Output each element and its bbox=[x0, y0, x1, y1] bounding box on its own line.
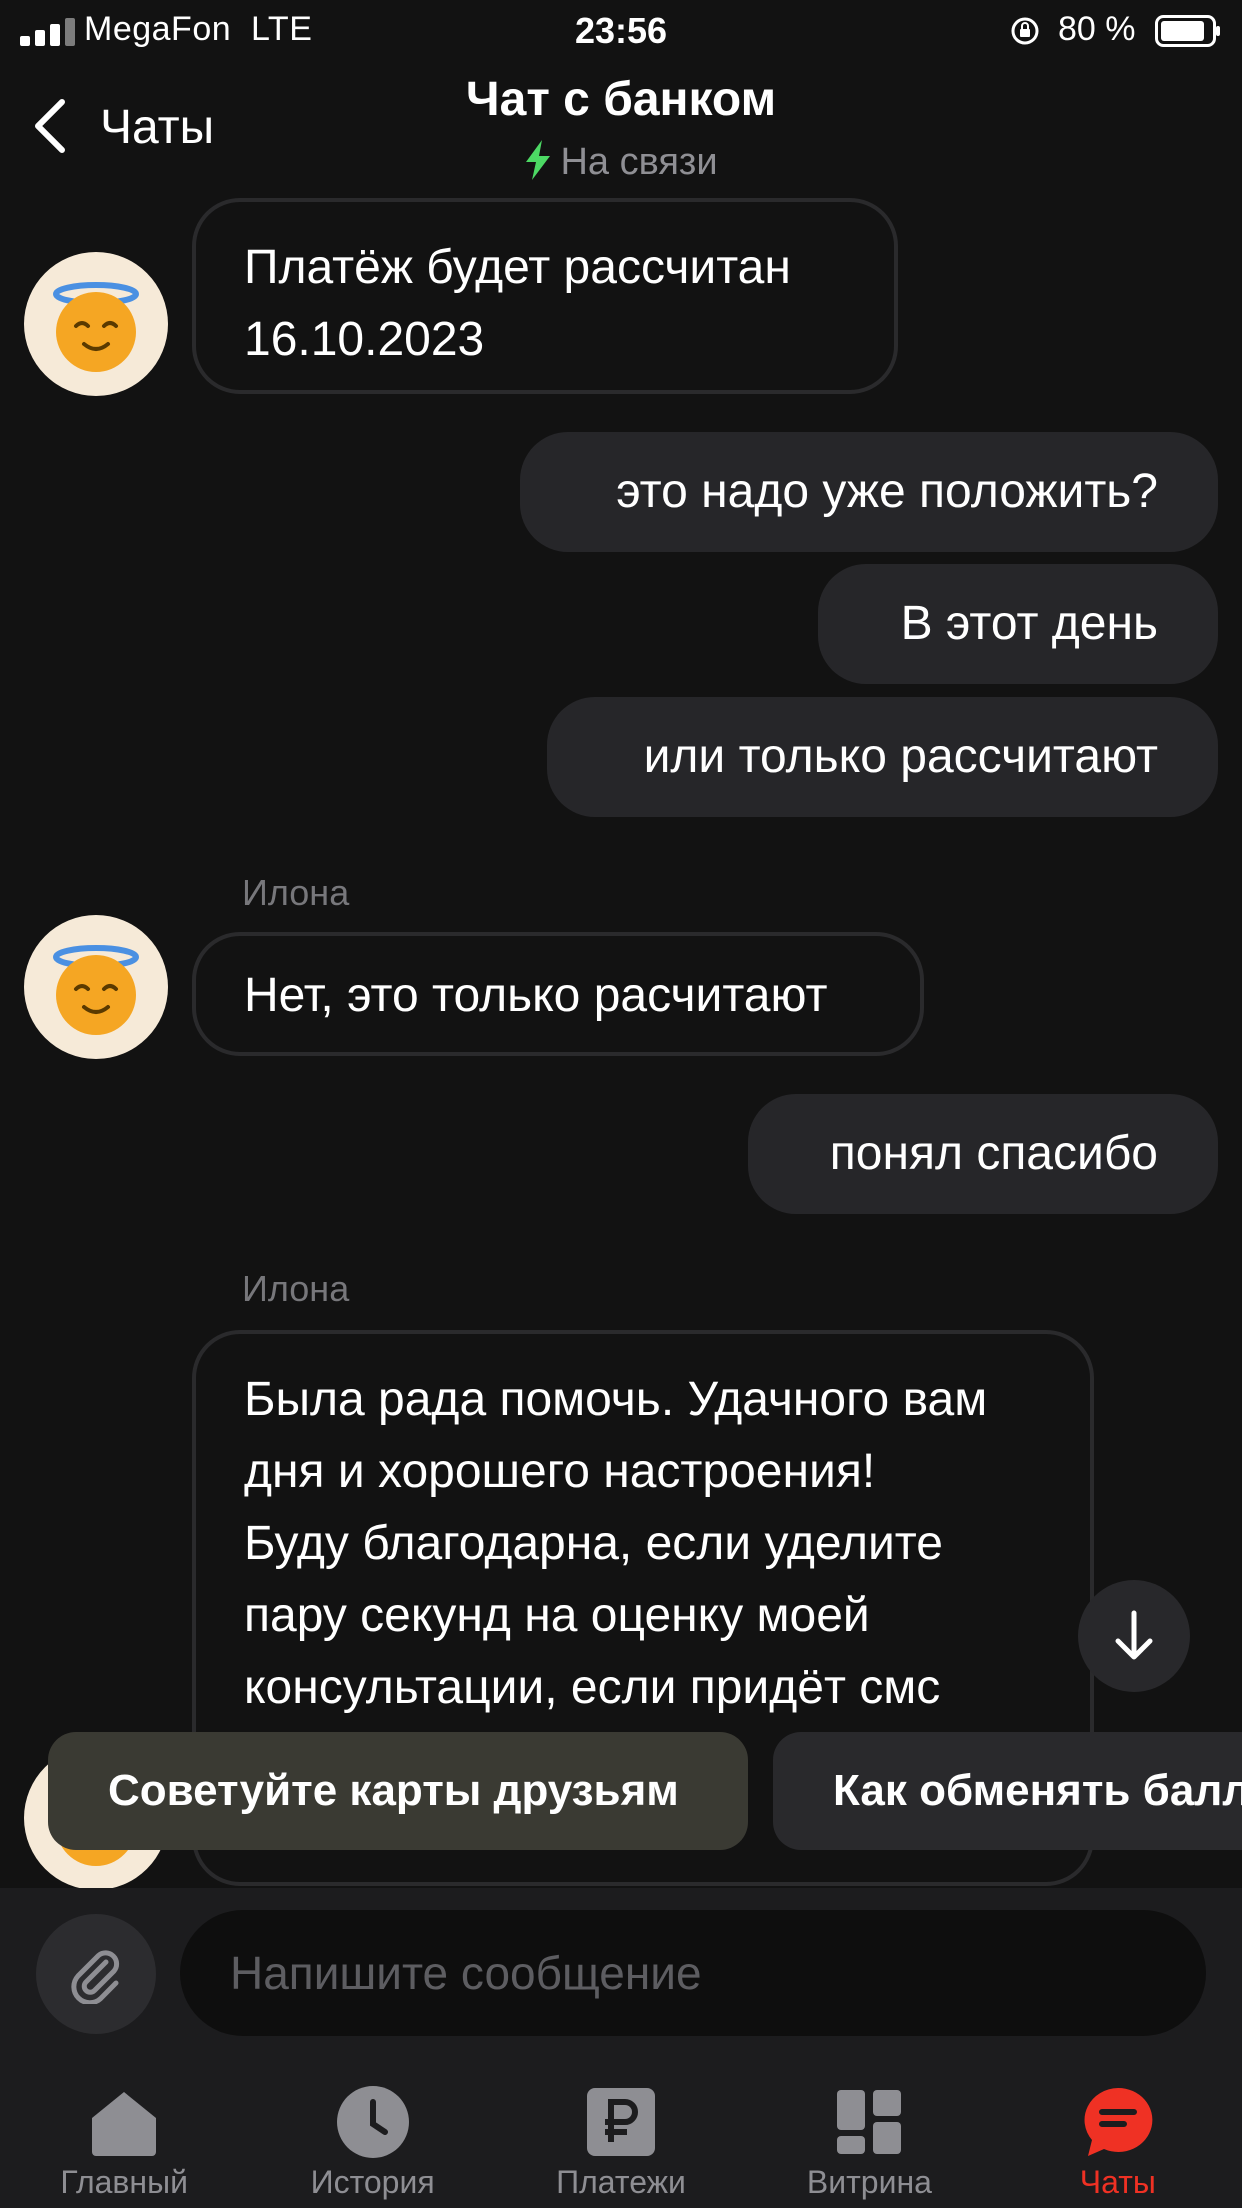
message-text-line: 16.10.2023 bbox=[244, 313, 485, 366]
angel-emoji-icon bbox=[53, 282, 139, 372]
tab-chats[interactable]: Чаты bbox=[994, 2060, 1242, 2208]
ruble-icon bbox=[587, 2088, 656, 2156]
message-text-line: Была рада помочь. Удачного вам bbox=[244, 1373, 988, 1426]
message-text-line: консультации, если придёт смс bbox=[244, 1661, 941, 1714]
lightning-icon bbox=[526, 140, 551, 180]
message-bubble-outgoing: или только рассчитают bbox=[547, 697, 1218, 817]
message-text-line: Платёж будет рассчитан bbox=[244, 241, 791, 294]
message-bubble-outgoing: В этот день bbox=[818, 564, 1218, 684]
message-text-line: дня и хорошего настроения! bbox=[244, 1445, 876, 1498]
message-bubble-outgoing: понял спасибо bbox=[748, 1094, 1218, 1214]
message-bubble-outgoing: это надо уже положить? bbox=[520, 432, 1218, 552]
attach-button[interactable] bbox=[36, 1914, 156, 2034]
arrow-down-icon bbox=[1115, 1610, 1153, 1660]
home-icon bbox=[92, 2092, 157, 2156]
message-bubble-incoming: Платёж будет рассчитан 16.10.2023 bbox=[192, 198, 898, 394]
battery-icon bbox=[1155, 15, 1220, 47]
message-bubble-incoming: Нет, это только расчитают bbox=[192, 932, 924, 1056]
sender-name: Илона bbox=[242, 1268, 350, 1309]
scroll-down-button[interactable] bbox=[1078, 1580, 1190, 1692]
operator-avatar bbox=[24, 915, 168, 1059]
tab-label: Платежи bbox=[556, 2164, 686, 2200]
suggestion-chip[interactable]: Советуйте карты друзьям bbox=[48, 1732, 748, 1850]
operator-avatar bbox=[24, 252, 168, 396]
clock: 23:56 bbox=[574, 10, 668, 51]
tab-payments[interactable]: Платежи bbox=[497, 2060, 745, 2208]
tab-home[interactable]: Главный bbox=[0, 2060, 248, 2208]
tab-showcase[interactable]: Витрина bbox=[745, 2060, 993, 2208]
suggestion-chip[interactable]: Как обменять балл bbox=[773, 1732, 1242, 1850]
clock-icon bbox=[336, 2086, 409, 2158]
tab-history[interactable]: История bbox=[248, 2060, 496, 2208]
message-text-line: пару секунд на оценку моей bbox=[244, 1589, 870, 1642]
tab-label: Главный bbox=[60, 2164, 188, 2200]
chat-icon bbox=[1084, 2087, 1153, 2156]
tab-label: Чаты bbox=[1079, 2164, 1156, 2200]
rotation-lock-icon bbox=[1011, 17, 1039, 45]
message-text-line: Буду благодарна, если уделите bbox=[244, 1517, 943, 1570]
tab-label: История bbox=[310, 2164, 435, 2200]
battery-percent: 80 % bbox=[1058, 10, 1136, 48]
tab-label: Витрина bbox=[806, 2164, 932, 2200]
showcase-icon bbox=[837, 2090, 902, 2154]
paperclip-icon bbox=[71, 1950, 120, 2004]
angel-emoji-icon bbox=[53, 945, 139, 1035]
chat-title: Чат с банком bbox=[465, 73, 777, 126]
sender-name: Илона bbox=[242, 872, 350, 913]
tab-bar: Главный История Платежи Витрина Чаты bbox=[0, 2060, 1242, 2208]
online-status: На связи bbox=[0, 140, 1242, 184]
message-input[interactable] bbox=[180, 1910, 1206, 2036]
online-status-text: На связи bbox=[560, 141, 718, 183]
